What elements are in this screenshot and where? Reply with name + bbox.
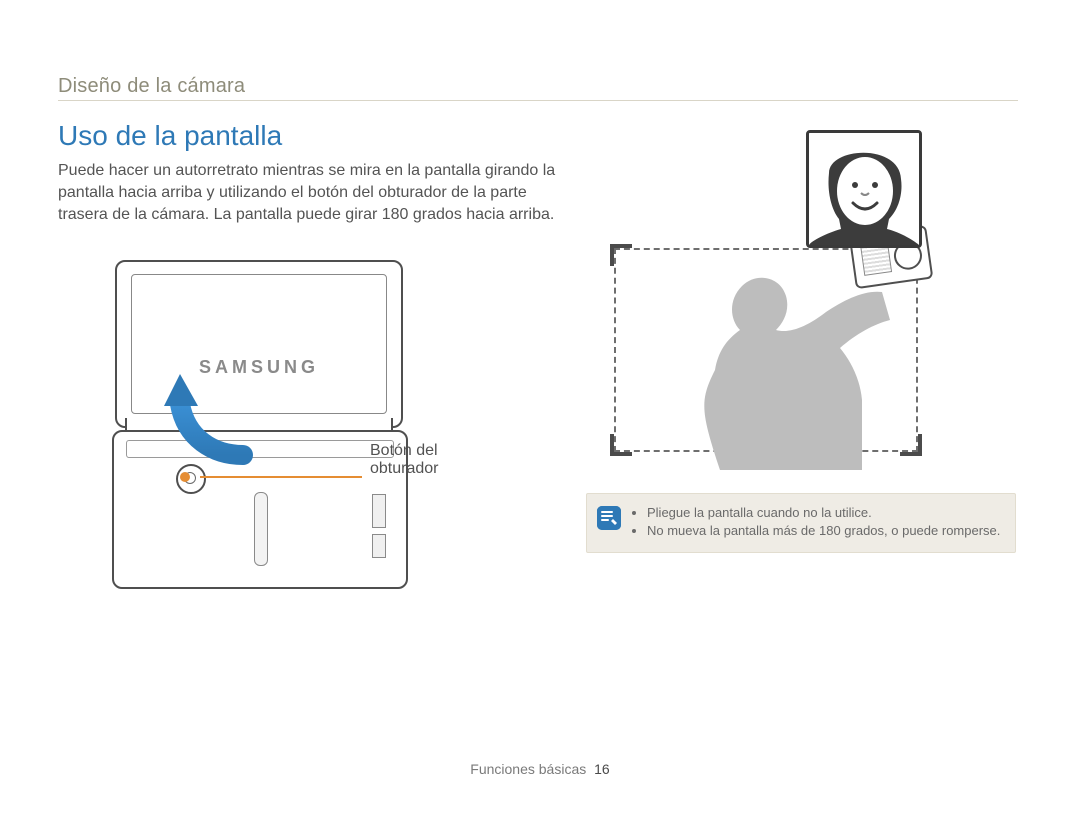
divider [58,100,1018,101]
camera-center-slot [254,492,268,566]
result-photo-frame [806,130,922,248]
note-icon [597,506,621,530]
camera-illustration: SAMSUNG [110,260,420,600]
frame-corner-icon [610,244,632,266]
page-footer: Funciones básicas 16 [0,761,1080,777]
selfie-illustration [600,130,1000,470]
note-box: Pliegue la pantalla cuando no la utilice… [586,493,1016,553]
note-item: Pliegue la pantalla cuando no la utilice… [647,504,1003,522]
manual-page: Diseño de la cámara Uso de la pantalla P… [0,0,1080,815]
port-hdmi [372,494,386,528]
note-list: Pliegue la pantalla cuando no la utilice… [633,504,1003,540]
note-item: No mueva la pantalla más de 180 grados, … [647,522,1003,540]
frame-corner-icon [610,434,632,456]
port-usb [372,534,386,558]
portrait-face-icon [809,133,919,245]
page-number: 16 [594,761,610,777]
footer-section: Funciones básicas [470,761,586,777]
rotate-arrow-icon [158,360,268,470]
breadcrumb: Diseño de la cámara [58,75,245,98]
section-title: Uso de la pantalla [58,120,282,152]
person-silhouette-icon [630,260,930,470]
body-paragraph: Puede hacer un autorretrato mientras se … [58,160,558,226]
